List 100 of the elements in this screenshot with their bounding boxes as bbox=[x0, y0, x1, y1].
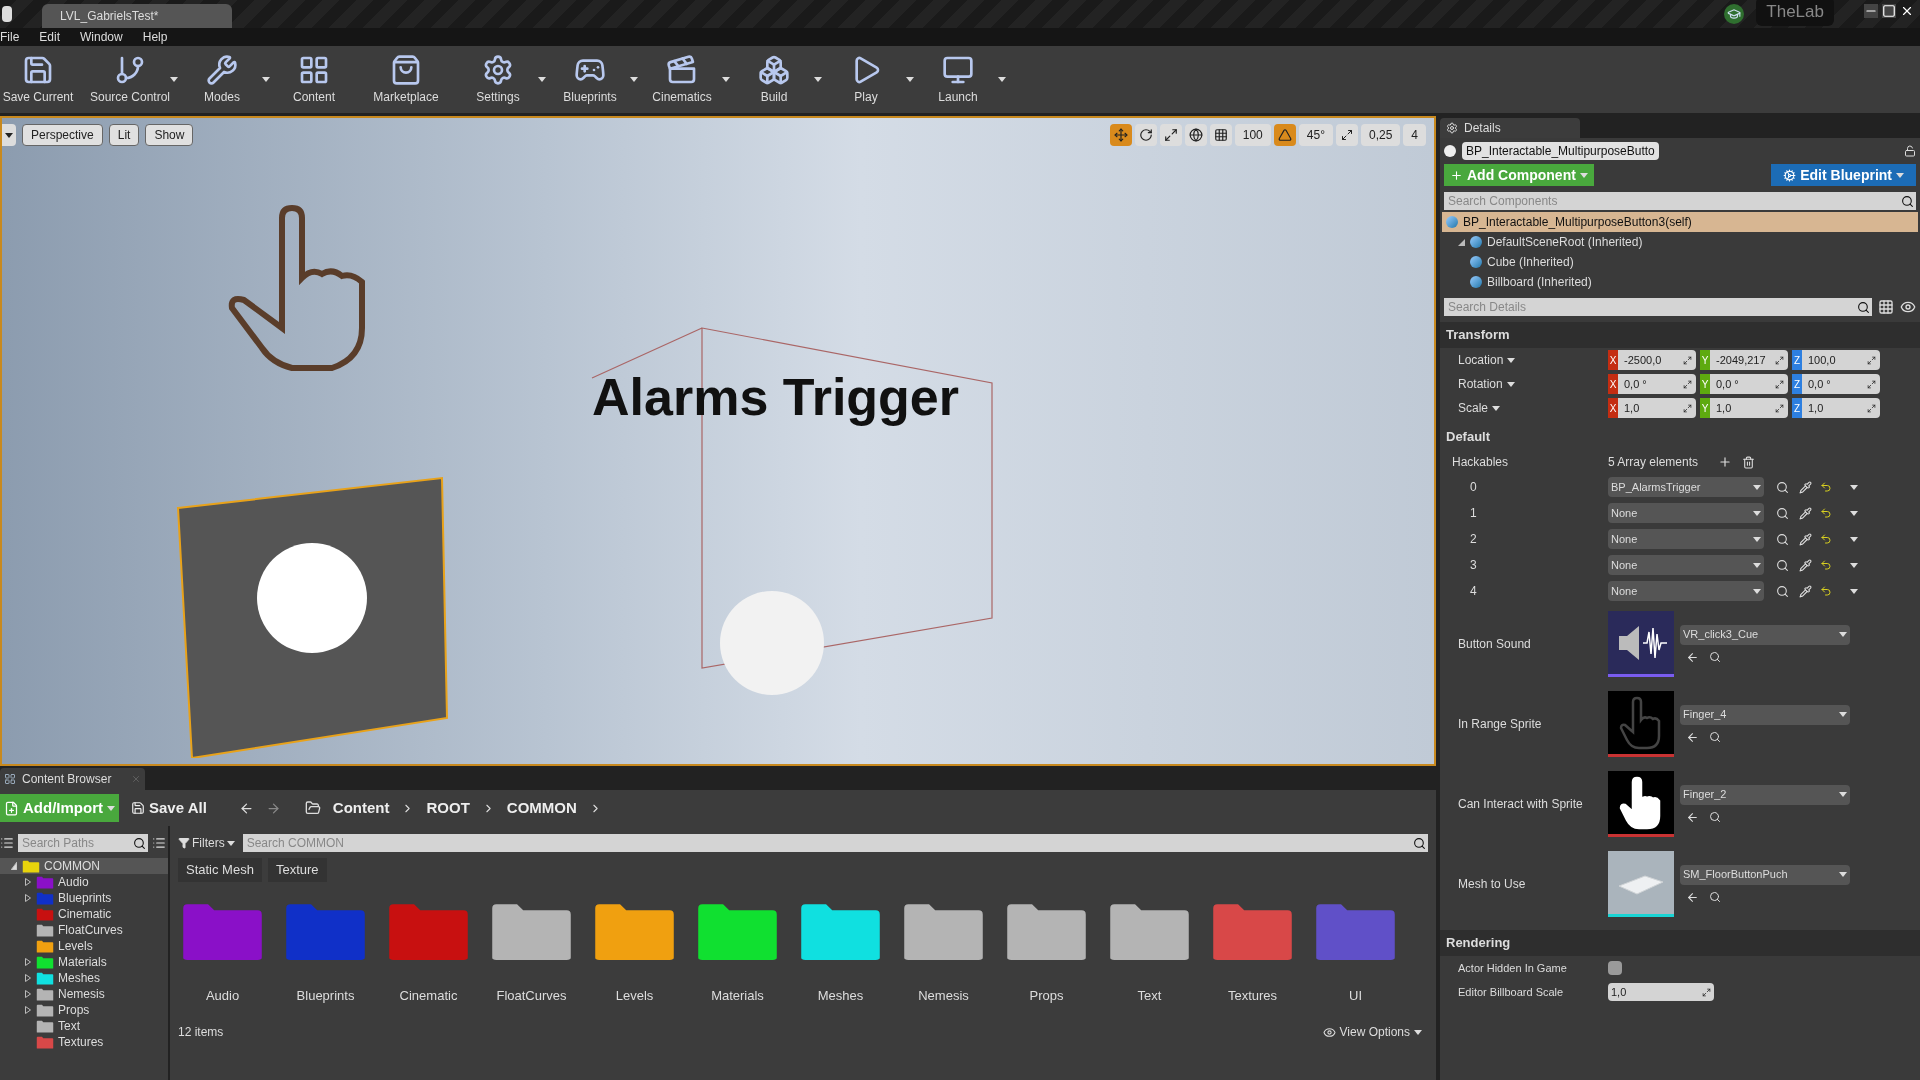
checkbox[interactable] bbox=[1608, 961, 1622, 975]
asset-dropdown[interactable]: Finger_4 bbox=[1680, 704, 1850, 725]
search-components-field[interactable]: Search Components bbox=[1444, 192, 1898, 210]
eyedropper-icon[interactable] bbox=[1799, 532, 1812, 546]
eyedropper-icon[interactable] bbox=[1799, 584, 1812, 598]
search-icon[interactable] bbox=[1776, 532, 1789, 546]
grid-view-icon[interactable] bbox=[1878, 299, 1894, 315]
view-list-icon[interactable] bbox=[152, 836, 166, 850]
folder-tree-item[interactable]: Blueprints bbox=[0, 890, 168, 906]
search-icon[interactable] bbox=[1776, 584, 1789, 598]
reset-icon[interactable] bbox=[1820, 533, 1832, 545]
menu-item[interactable]: Help bbox=[142, 28, 168, 46]
folder-tile[interactable]: Meshes bbox=[798, 899, 883, 1005]
back-icon[interactable] bbox=[238, 800, 254, 816]
search-icon[interactable] bbox=[130, 834, 148, 852]
vector-field[interactable]: Y -2049,217 bbox=[1700, 350, 1788, 370]
edit-blueprint-button[interactable]: Edit Blueprint bbox=[1771, 164, 1916, 186]
toolbar-button[interactable]: Modes bbox=[184, 53, 260, 106]
reset-icon[interactable] bbox=[1820, 559, 1832, 571]
viewport-menu-button[interactable] bbox=[2, 124, 16, 146]
folder-tree-item[interactable]: COMMON bbox=[0, 858, 168, 874]
asset-dropdown[interactable]: None bbox=[1608, 581, 1764, 601]
grid-icon[interactable] bbox=[1209, 124, 1232, 146]
eye-icon[interactable] bbox=[1900, 299, 1916, 315]
forward-icon[interactable] bbox=[265, 800, 281, 816]
camera-speed-value[interactable]: 4 bbox=[1403, 124, 1426, 146]
asset-dropdown[interactable]: VR_click3_Cue bbox=[1680, 624, 1850, 645]
folder-tree-item[interactable]: Text bbox=[0, 1018, 168, 1034]
rotation-snap-value[interactable]: 45° bbox=[1298, 124, 1333, 146]
property-label[interactable]: Rotation bbox=[1440, 375, 1608, 393]
folder-tile[interactable]: Blueprints bbox=[283, 899, 368, 1005]
scale-snap-icon[interactable] bbox=[1335, 124, 1358, 146]
search-icon[interactable] bbox=[1410, 834, 1428, 852]
search-icon[interactable] bbox=[1776, 506, 1789, 520]
folder-tile[interactable]: Props bbox=[1004, 899, 1089, 1005]
component-item[interactable]: Cube (Inherited) bbox=[1442, 252, 1918, 272]
grid-snap-value[interactable]: 100 bbox=[1234, 124, 1271, 146]
search-details-field[interactable]: Search Details bbox=[1444, 298, 1854, 316]
toolbar-button[interactable]: Launch bbox=[920, 53, 996, 106]
folder-tile[interactable]: Materials bbox=[695, 899, 780, 1005]
close-icon[interactable] bbox=[1900, 4, 1914, 18]
property-label[interactable]: Scale bbox=[1440, 399, 1608, 417]
search-icon[interactable] bbox=[1776, 558, 1789, 572]
folder-tile[interactable]: Cinematic bbox=[386, 899, 471, 1005]
viewport-button[interactable]: Perspective bbox=[22, 124, 103, 146]
eyedropper-icon[interactable] bbox=[1799, 480, 1812, 494]
folder-tree-item[interactable]: Audio bbox=[0, 874, 168, 890]
toolbar-button[interactable]: Save Current bbox=[0, 53, 76, 106]
angle-icon[interactable] bbox=[1273, 124, 1296, 146]
toolbar-button[interactable]: Blueprints bbox=[552, 53, 628, 106]
filter-chip[interactable]: Static Mesh bbox=[178, 858, 262, 882]
folder-tree-item[interactable]: Meshes bbox=[0, 970, 168, 986]
use-selected-icon[interactable] bbox=[1686, 730, 1699, 744]
vector-field[interactable]: X 0,0 ° bbox=[1608, 374, 1696, 394]
folder-tree-item[interactable]: Materials bbox=[0, 954, 168, 970]
section-header[interactable]: Default bbox=[1440, 424, 1920, 450]
folder-tree-item[interactable]: Props bbox=[0, 1002, 168, 1018]
viewport-button[interactable]: Lit bbox=[108, 124, 140, 146]
filters-button[interactable]: Filters bbox=[178, 834, 235, 852]
vector-field[interactable]: Y 0,0 ° bbox=[1700, 374, 1788, 394]
folder-tile[interactable]: FloatCurves bbox=[489, 899, 574, 1005]
browse-icon[interactable] bbox=[1709, 650, 1721, 663]
asset-dropdown[interactable]: Finger_2 bbox=[1680, 784, 1850, 805]
component-item[interactable]: DefaultSceneRoot (Inherited) bbox=[1442, 232, 1918, 252]
browse-icon[interactable] bbox=[1709, 890, 1721, 903]
actor-name-field[interactable]: BP_Interactable_MultipurposeButto bbox=[1462, 142, 1659, 160]
lock-icon[interactable] bbox=[1904, 145, 1916, 157]
eyedropper-icon[interactable] bbox=[1799, 506, 1812, 520]
vector-field[interactable]: Z 100,0 bbox=[1792, 350, 1880, 370]
folder-tile[interactable]: Audio bbox=[180, 899, 265, 1005]
property-label[interactable]: Location bbox=[1440, 351, 1608, 369]
browse-icon[interactable] bbox=[1709, 730, 1721, 743]
folder-tile[interactable]: UI bbox=[1313, 899, 1398, 1005]
use-selected-icon[interactable] bbox=[1686, 810, 1699, 824]
reset-icon[interactable] bbox=[1820, 585, 1832, 597]
expand-triangle-icon[interactable] bbox=[1458, 238, 1465, 246]
search-content-field[interactable]: Search COMMON bbox=[242, 834, 1410, 852]
scale-snap-value[interactable]: 0,25 bbox=[1360, 124, 1401, 146]
breadcrumb-item[interactable]: Content bbox=[332, 796, 390, 820]
scale-icon[interactable] bbox=[1159, 124, 1182, 146]
list-icon[interactable] bbox=[0, 836, 14, 850]
vector-field[interactable]: Y 1,0 bbox=[1700, 398, 1788, 418]
level-tab[interactable]: LVL_GabrielsTest* bbox=[42, 4, 232, 28]
folder-tile[interactable]: Textures bbox=[1210, 899, 1295, 1005]
browse-icon[interactable] bbox=[1709, 810, 1721, 823]
vector-field[interactable]: Z 1,0 bbox=[1792, 398, 1880, 418]
toolbar-button[interactable]: Source Control bbox=[92, 53, 168, 106]
menu-item[interactable]: File bbox=[0, 28, 20, 46]
component-item[interactable]: Billboard (Inherited) bbox=[1442, 272, 1918, 292]
asset-dropdown[interactable]: None bbox=[1608, 503, 1764, 523]
details-tab[interactable]: Details bbox=[1440, 118, 1580, 138]
breadcrumb-item[interactable]: COMMON bbox=[506, 796, 577, 820]
reset-icon[interactable] bbox=[1820, 481, 1832, 493]
add-icon[interactable] bbox=[1718, 455, 1733, 469]
toolbar-button[interactable]: Cinematics bbox=[644, 53, 720, 106]
viewport-button[interactable]: Show bbox=[145, 124, 194, 146]
rotate-icon[interactable] bbox=[1134, 124, 1157, 146]
folder-tree-item[interactable]: Cinematic bbox=[0, 906, 168, 922]
view-options-button[interactable]: View Options bbox=[1322, 1023, 1422, 1041]
trash-icon[interactable] bbox=[1742, 455, 1756, 469]
